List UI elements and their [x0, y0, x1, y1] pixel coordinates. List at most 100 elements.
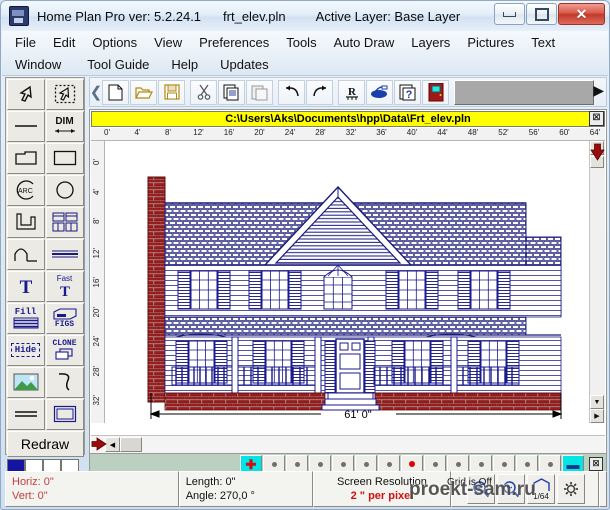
drawing-canvas[interactable]: 61' 0": [106, 141, 588, 423]
cut-scissors-icon: [197, 84, 210, 100]
grid-toggle-button[interactable]: [557, 474, 585, 504]
v-ruler-tick: 20': [92, 306, 101, 317]
redraw-button[interactable]: Redraw: [6, 431, 84, 457]
color-dot-icon: [317, 461, 323, 467]
document-close-icon[interactable]: ⊠: [589, 111, 604, 126]
figs-tool-label: FIGS: [54, 319, 75, 329]
zoom-out-button[interactable]: [497, 474, 525, 504]
menu-item-help[interactable]: Help: [171, 57, 198, 72]
color-dot-icon: [547, 461, 553, 467]
v-ruler-tick: 12': [92, 247, 101, 258]
window-controls: ✕: [494, 3, 605, 25]
menu-item-layers[interactable]: Layers: [411, 35, 450, 50]
ruler-button[interactable]: R: [338, 79, 365, 105]
fast-text-t-icon: T: [59, 284, 69, 297]
menu-item-options[interactable]: Options: [92, 35, 137, 50]
scroll-down-button[interactable]: ▼: [590, 395, 604, 409]
toolbar-expand-arrow-icon[interactable]: ▶: [593, 82, 604, 99]
box-tool[interactable]: [45, 398, 84, 430]
save-file-button[interactable]: [158, 79, 185, 105]
color-dot-icon: [501, 461, 507, 467]
dimension-tool[interactable]: DIM: [45, 110, 84, 142]
open-file-button[interactable]: [130, 79, 157, 105]
copy-button[interactable]: [218, 79, 245, 105]
freehand-tool[interactable]: [45, 366, 84, 398]
menu-row-1: File Edit Options View Preferences Tools…: [2, 31, 608, 53]
fast-text-tool[interactable]: Fast T: [45, 270, 84, 302]
new-file-button[interactable]: [102, 79, 129, 105]
scroll-left-button[interactable]: ◀: [105, 437, 120, 452]
window-grid-icon: [52, 212, 77, 232]
window-tool[interactable]: [45, 206, 84, 238]
house-elevation-drawing: 61' 0": [147, 176, 563, 421]
menu-item-pictures[interactable]: Pictures: [467, 35, 514, 50]
dimension-tool-label: DIM: [55, 116, 74, 127]
close-button[interactable]: ✕: [558, 3, 605, 25]
select-arrow-tool[interactable]: [6, 78, 45, 110]
open-folder-icon: [134, 86, 153, 99]
menu-item-file[interactable]: File: [15, 35, 36, 50]
angle-value: Angle: 270,0 °: [185, 490, 255, 502]
line-tool[interactable]: [6, 110, 45, 142]
undo-button[interactable]: [278, 79, 305, 105]
document-path-bar: C:\Users\Aks\Documents\hpp\Data\Frt_elev…: [91, 111, 605, 127]
double-line-tool[interactable]: [6, 398, 45, 430]
palette-close-icon[interactable]: ⊠: [589, 457, 603, 471]
print-button[interactable]: [366, 79, 393, 105]
menu-item-auto-draw[interactable]: Auto Draw: [334, 35, 395, 50]
grid-snap-button[interactable]: 1/64: [527, 474, 555, 504]
polyline-tool[interactable]: [6, 142, 45, 174]
status-bar: Horiz: 0" Vert: 0" Length: 0" Angle: 270…: [5, 471, 607, 507]
menu-bar: File Edit Options View Preferences Tools…: [2, 31, 608, 76]
cut-button[interactable]: [190, 79, 217, 105]
figs-shapes-icon: [52, 307, 77, 320]
beam-tool[interactable]: [45, 238, 84, 270]
svg-text:T: T: [19, 277, 32, 296]
menu-item-tool-guide[interactable]: Tool Guide: [87, 57, 149, 72]
horiz-value: Horiz: 0": [12, 476, 54, 488]
figs-tool[interactable]: FIGS: [45, 302, 84, 334]
fill-tool-label: Fill: [14, 306, 37, 317]
horizontal-scrollbar[interactable]: ◀: [91, 435, 605, 453]
h-ruler-tick: 8': [165, 128, 171, 137]
arc-tool[interactable]: ARC: [6, 174, 45, 206]
main-toolbar: ❮ R ? ▶: [89, 77, 607, 107]
select-region-tool[interactable]: [45, 78, 84, 110]
clone-tool[interactable]: CLONE: [45, 334, 84, 366]
menu-item-updates[interactable]: Updates: [220, 57, 268, 72]
rectangle-tool[interactable]: [45, 142, 84, 174]
paste-button[interactable]: [246, 79, 273, 105]
menu-item-edit[interactable]: Edit: [53, 35, 75, 50]
scroll-thumb-horizontal[interactable]: [120, 437, 142, 452]
minimize-icon: [503, 11, 516, 17]
menu-item-view[interactable]: View: [154, 35, 182, 50]
toolbar-grip-icon: ❮: [89, 84, 103, 101]
door-button[interactable]: [422, 79, 449, 105]
redo-button[interactable]: [306, 79, 333, 105]
minimize-button[interactable]: [494, 3, 525, 25]
h-ruler-tick: 44': [437, 128, 448, 137]
vert-value: Vert: 0": [12, 490, 48, 502]
menu-item-preferences[interactable]: Preferences: [199, 35, 269, 50]
status-extra-panel: [599, 471, 607, 507]
text-tool[interactable]: T: [6, 270, 45, 302]
menu-item-tools[interactable]: Tools: [286, 35, 316, 50]
vertical-ruler: 0'4'8'12'16'20'24'28'32'36': [91, 141, 105, 423]
marquee-cursor-icon: [54, 84, 75, 104]
picture-tool[interactable]: [6, 366, 45, 398]
clone-stack-icon: [54, 348, 73, 360]
scroll-right-nudge-button[interactable]: ▶: [590, 409, 604, 423]
vertical-scrollbar[interactable]: ▲ ▼ ▶: [589, 141, 605, 423]
circle-tool[interactable]: [45, 174, 84, 206]
hide-tool[interactable]: Hide: [6, 334, 45, 366]
menu-item-text[interactable]: Text: [531, 35, 555, 50]
curve-tool[interactable]: [6, 238, 45, 270]
v-ruler-tick: 16': [92, 277, 101, 288]
menu-item-window[interactable]: Window: [15, 57, 61, 72]
fill-tool[interactable]: Fill: [6, 302, 45, 334]
help-button[interactable]: ?: [394, 79, 421, 105]
maximize-button[interactable]: [526, 3, 557, 25]
copy-icon: [223, 84, 239, 100]
wall-tool[interactable]: [6, 206, 45, 238]
ruler-r-icon: R: [345, 86, 358, 100]
